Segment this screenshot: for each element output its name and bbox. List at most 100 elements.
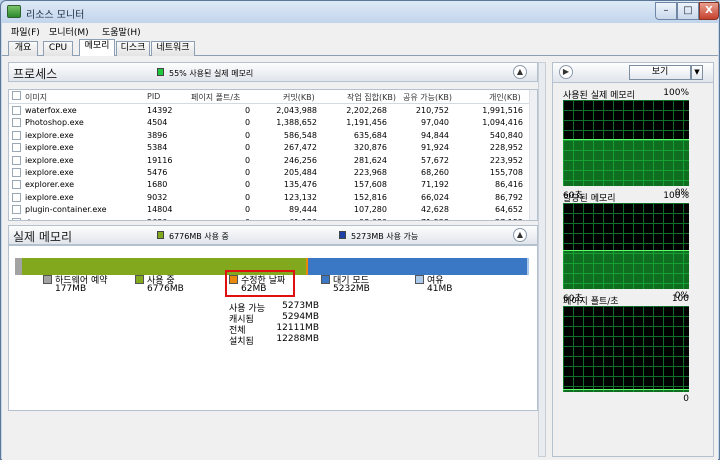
memory-usage-legend-icon xyxy=(157,68,164,76)
row-checkbox[interactable] xyxy=(12,155,21,165)
close-button[interactable]: X xyxy=(699,2,719,20)
usage-graph xyxy=(563,306,689,392)
collapse-physical-memory-button[interactable]: ▲ xyxy=(513,228,527,242)
tab-network[interactable]: 네트워크 xyxy=(151,41,195,56)
col-image[interactable]: 이미지 xyxy=(25,92,47,103)
table-cell: dwm.exe xyxy=(25,218,61,220)
view-dropdown-arrow-icon[interactable]: ▼ xyxy=(691,65,703,80)
tab-cpu[interactable]: CPU xyxy=(43,41,73,56)
usage-graph xyxy=(563,203,689,289)
table-cell: 4504 xyxy=(147,118,168,128)
table-cell: 0 xyxy=(245,192,251,202)
in-use-legend-icon xyxy=(157,231,164,239)
row-checkbox[interactable] xyxy=(12,143,21,153)
table-cell: 0 xyxy=(245,143,251,153)
row-checkbox[interactable] xyxy=(12,130,21,140)
col-page-faults[interactable]: 페이지 폴트/초 xyxy=(191,92,240,103)
row-checkbox[interactable] xyxy=(12,217,21,220)
table-row[interactable]: iexplore.exe 5384 0 267,472 320,876 91,924 228… xyxy=(9,142,537,154)
collapse-processes-button[interactable]: ▲ xyxy=(513,65,527,79)
table-cell: 19116 xyxy=(147,155,173,165)
row-checkbox[interactable] xyxy=(12,180,21,190)
legend-value: 177MB xyxy=(55,284,87,294)
menu-monitor[interactable]: 모니터(M) xyxy=(49,25,89,38)
row-checkbox[interactable] xyxy=(12,205,21,215)
memory-bar-segment xyxy=(527,258,529,275)
table-row[interactable]: explorer.exe 1680 0 135,476 157,608 71,192 86,… xyxy=(9,179,537,191)
table-cell: 14392 xyxy=(147,106,173,115)
col-commit[interactable]: 커밋(KB) xyxy=(283,92,315,103)
table-row[interactable]: dwm.exe 2680 0 61,136 98,680 71,528 27,152 xyxy=(9,217,537,220)
stat-value: 12288MB xyxy=(276,334,319,344)
processes-scrollbar[interactable] xyxy=(529,90,537,220)
table-cell: 2680 xyxy=(147,218,167,220)
table-cell: 635,684 xyxy=(353,130,387,140)
table-cell: 94,844 xyxy=(421,130,449,140)
row-checkbox[interactable] xyxy=(12,168,21,177)
table-cell: 210,752 xyxy=(415,106,449,115)
minimize-button[interactable]: – xyxy=(655,2,677,20)
table-row[interactable]: iexplore.exe 5476 0 205,484 223,968 68,260 155… xyxy=(9,167,537,179)
row-checkbox[interactable] xyxy=(12,118,21,128)
select-all-checkbox[interactable] xyxy=(12,91,21,100)
table-row[interactable]: iexplore.exe 9032 0 123,132 152,816 66,024 86,… xyxy=(9,192,537,204)
table-cell: 223,968 xyxy=(353,168,387,177)
tab-memory[interactable]: 메모리 xyxy=(79,39,115,56)
table-cell: 223,952 xyxy=(489,155,523,165)
physical-memory-header[interactable]: 실제 메모리 6776MB 사용 중 5273MB 사용 가능 ▲ xyxy=(8,225,538,245)
table-cell: 27,152 xyxy=(471,218,523,220)
table-cell: 5384 xyxy=(147,143,168,153)
tab-disk[interactable]: 디스크 xyxy=(116,41,150,56)
table-cell: 0 xyxy=(245,106,251,115)
menu-file[interactable]: 파일(F) xyxy=(11,25,40,38)
table-row[interactable]: Photoshop.exe 4504 0 1,388,652 1,191,456 97,0… xyxy=(9,117,537,129)
graph-min-label: 0 xyxy=(683,394,689,404)
menu-help[interactable]: 도움말(H) xyxy=(102,25,141,38)
table-cell: iexplore.exe xyxy=(25,130,74,140)
table-cell: 9032 xyxy=(147,192,168,202)
col-private[interactable]: 개인(KB) xyxy=(489,92,521,103)
table-cell: 267,472 xyxy=(283,143,317,153)
col-working-set[interactable]: 작업 집합(KB) xyxy=(347,92,396,103)
table-cell: 586,548 xyxy=(283,130,317,140)
available-legend-icon xyxy=(339,231,346,239)
table-row[interactable]: iexplore.exe 19116 0 246,256 281,624 57,672 22… xyxy=(9,155,537,167)
legend-swatch xyxy=(135,275,144,284)
table-cell: 157,608 xyxy=(353,180,387,190)
table-cell: 2,043,988 xyxy=(276,106,317,115)
table-row[interactable]: waterfox.exe 14392 0 2,043,988 2,202,268 210,… xyxy=(9,105,537,117)
col-shareable[interactable]: 공유 가능(KB) xyxy=(403,92,452,103)
table-cell: 86,792 xyxy=(495,192,523,202)
left-area-scrollbar[interactable] xyxy=(538,62,546,457)
table-cell: iexplore.exe xyxy=(25,192,74,202)
processes-header[interactable]: 프로세스 55% 사용된 실제 메모리 ▲ xyxy=(8,62,538,82)
row-checkbox[interactable] xyxy=(12,192,21,202)
table-cell: 98,680 xyxy=(339,218,387,220)
collapse-graphs-button[interactable]: ▶ xyxy=(559,65,573,79)
col-pid[interactable]: PID xyxy=(147,92,160,101)
physical-memory-title: 실제 메모리 xyxy=(13,230,73,244)
table-cell: iexplore.exe xyxy=(25,168,74,177)
table-cell: 0 xyxy=(245,155,251,165)
row-checkbox[interactable] xyxy=(12,106,21,115)
table-cell: 155,708 xyxy=(489,168,523,177)
graph-max-label: 100% xyxy=(663,191,689,201)
table-cell: 152,816 xyxy=(353,192,387,202)
legend-value: 5232MB xyxy=(333,284,370,294)
table-cell: 135,476 xyxy=(283,180,317,190)
memory-bar-segment xyxy=(15,258,23,275)
tab-overview[interactable]: 개요 xyxy=(8,41,38,56)
legend-swatch xyxy=(321,275,330,284)
table-cell: 107,280 xyxy=(353,205,387,215)
table-row[interactable]: plugin-container.exe 14804 0 89,444 107,280 4… xyxy=(9,204,537,216)
usage-graph xyxy=(563,100,689,186)
title-bar[interactable]: 리소스 모니터 – □ X xyxy=(1,1,719,23)
table-cell: 1,388,652 xyxy=(276,118,317,128)
maximize-button[interactable]: □ xyxy=(677,2,699,20)
table-cell: 1,191,456 xyxy=(346,118,387,128)
view-button[interactable]: 보기 xyxy=(629,65,691,80)
legend-swatch xyxy=(43,275,52,284)
graph-fill xyxy=(563,250,689,289)
graph-max-label: 100% xyxy=(663,88,689,98)
table-row[interactable]: iexplore.exe 3896 0 586,548 635,684 94,844 540… xyxy=(9,130,537,142)
